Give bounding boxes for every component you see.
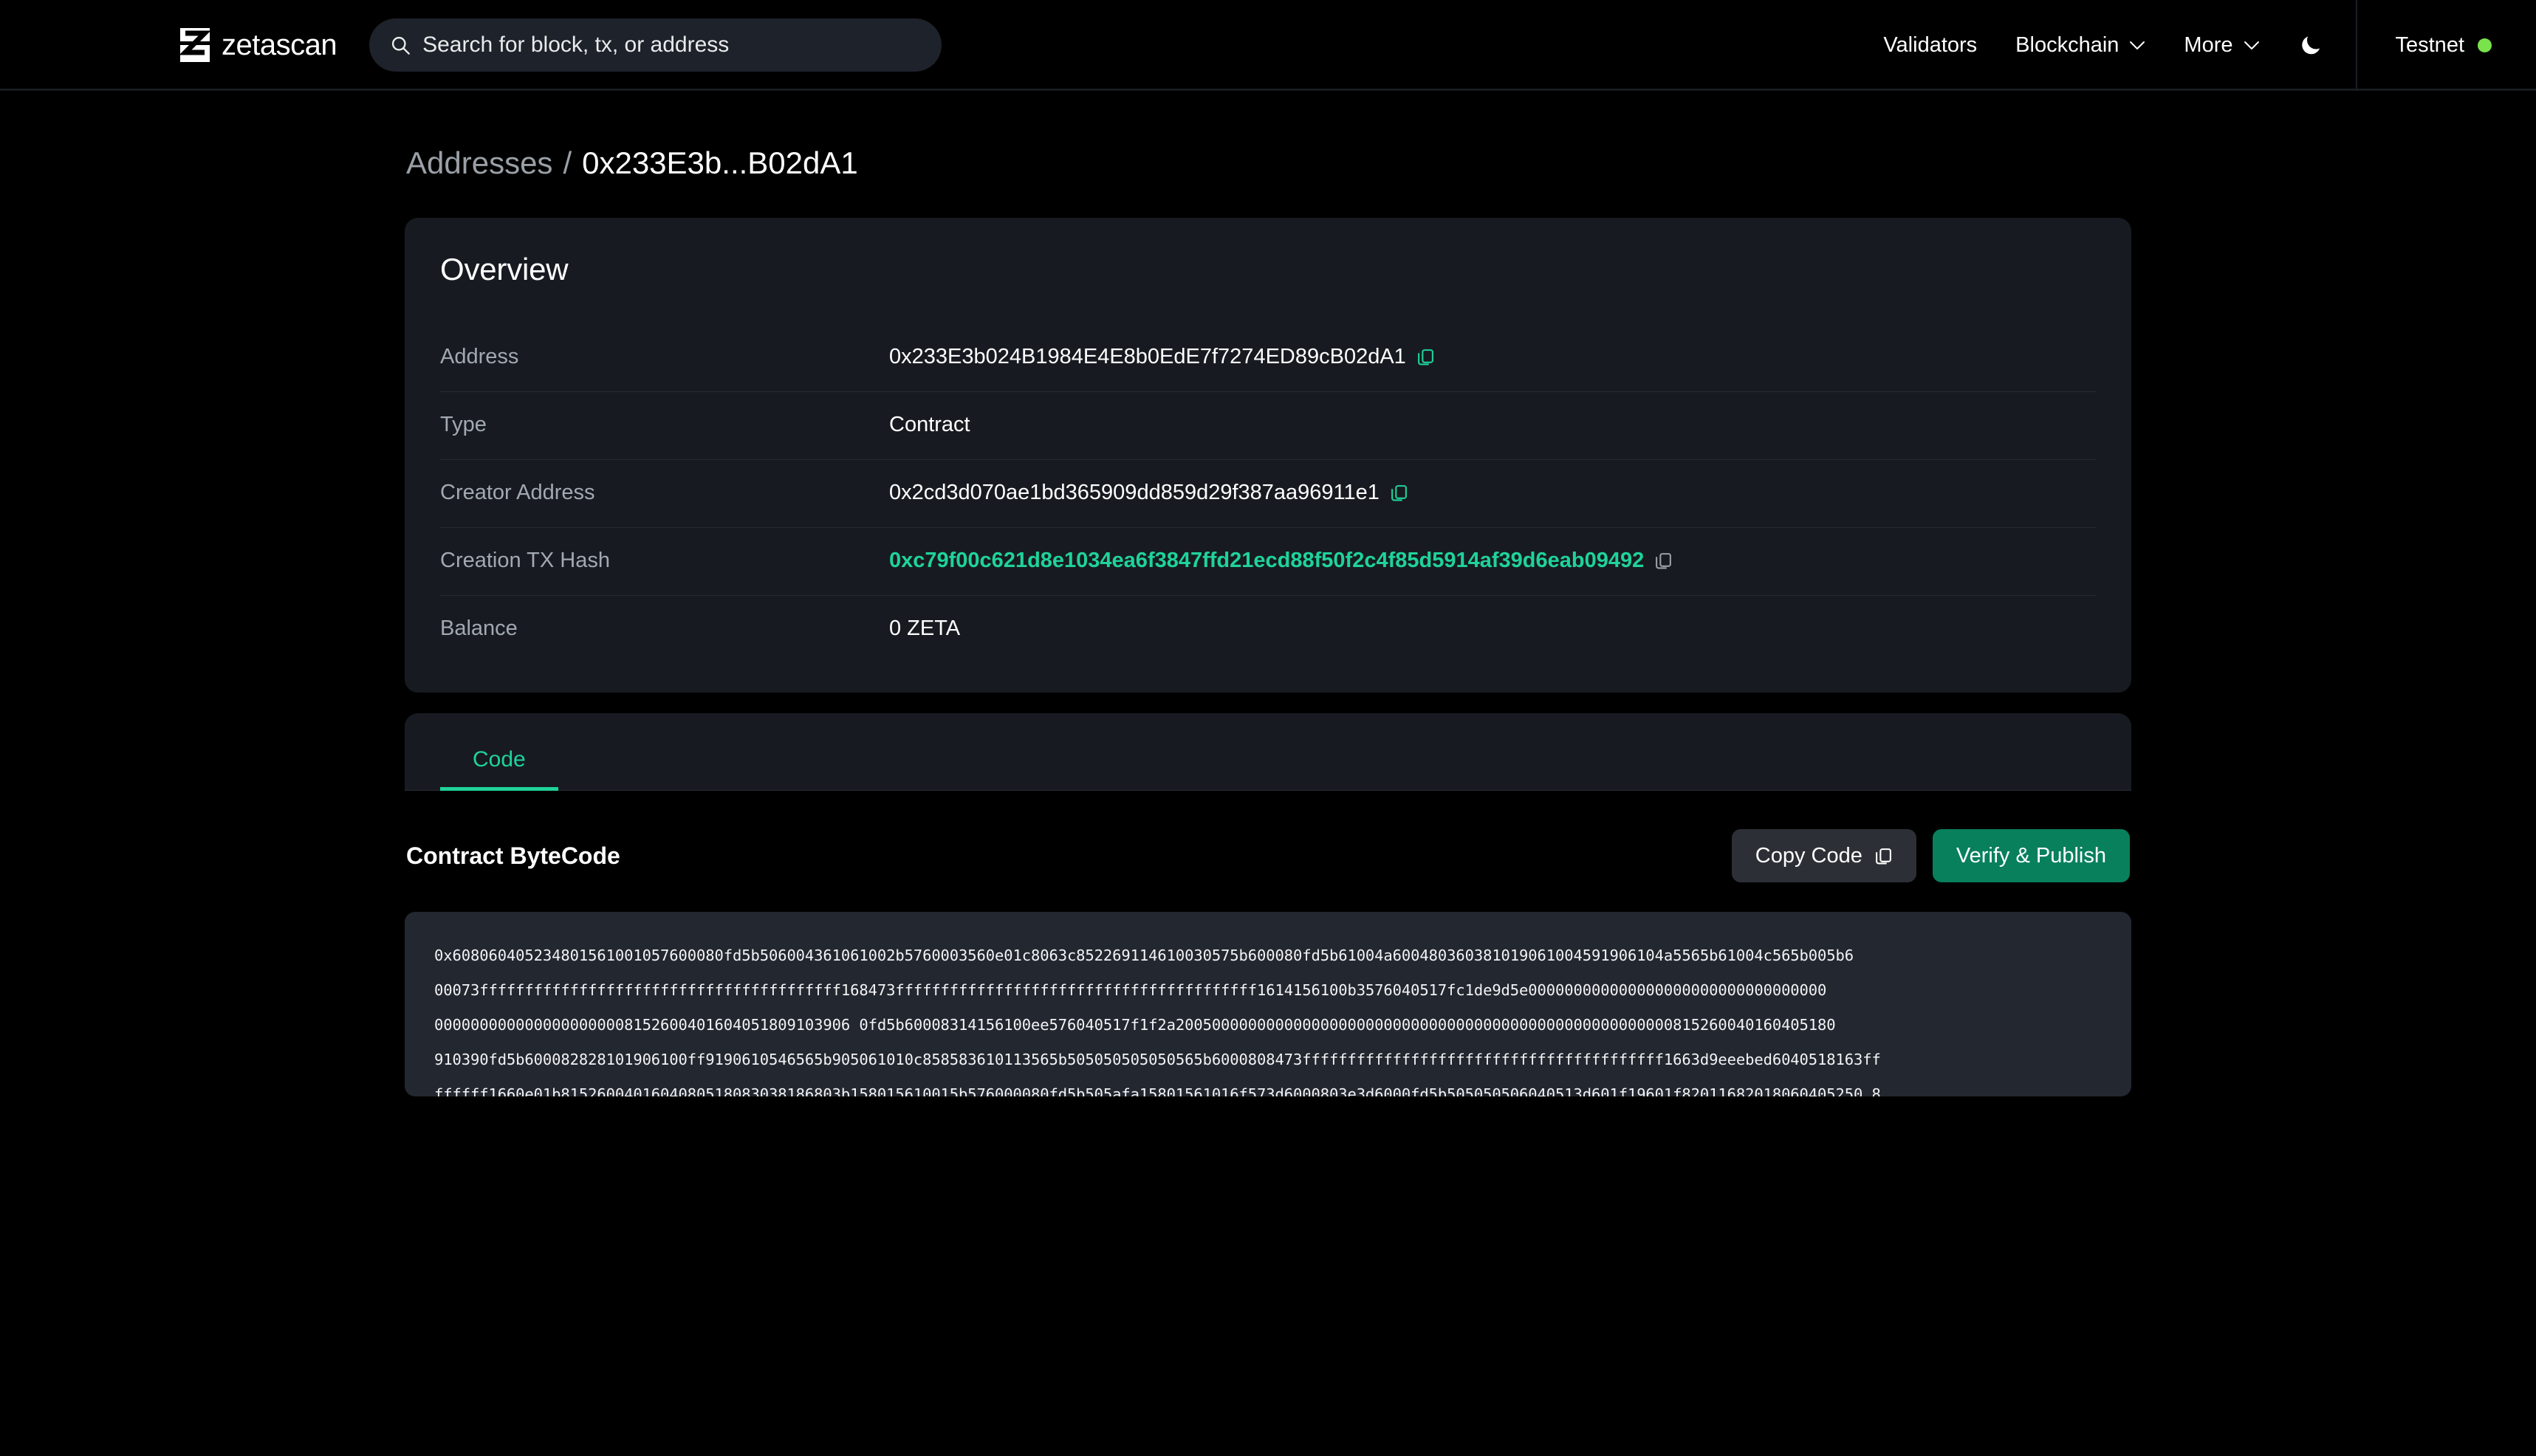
row-value: Contract [889, 413, 970, 437]
brand[interactable]: zetascan [180, 28, 337, 62]
nav-item-more[interactable]: More [2165, 23, 2278, 67]
nav-label: Blockchain [2015, 32, 2119, 57]
nav-label: Validators [1883, 32, 1978, 57]
row-label: Address [440, 345, 519, 368]
network-label: Testnet [2395, 32, 2465, 57]
creation-tx-hash-link[interactable]: 0xc79f00c621d8e1034ea6f3847ffd21ecd88f50… [889, 549, 1644, 573]
row-label: Creator Address [440, 481, 595, 504]
copy-code-label: Copy Code [1755, 843, 1862, 868]
tabs-card: Code [405, 713, 2131, 791]
nav-label: More [2184, 32, 2233, 57]
contract-bytecode-title: Contract ByteCode [406, 842, 620, 869]
row-value: 0x2cd3d070ae1bd365909dd859d29f387aa96911… [889, 481, 1408, 505]
row-label: Creation TX Hash [440, 549, 610, 572]
header-bottom-border [0, 89, 2536, 90]
copy-code-button[interactable]: Copy Code [1731, 829, 1916, 882]
search-icon [392, 36, 410, 55]
breadcrumb: Addresses / 0x233E3b...B02dA1 [405, 145, 2131, 181]
row-value: 0x233E3b024B1984E4E8b0EdE7f7274ED89cB02d… [889, 345, 1435, 369]
overview-card: Overview Address 0x233E3b024B1984E4E8b0E… [405, 218, 2131, 693]
breadcrumb-addresses-link[interactable]: Addresses [406, 145, 552, 181]
row-label: Type [440, 413, 487, 436]
copy-icon [1875, 848, 1891, 864]
tab-code[interactable]: Code [440, 747, 558, 791]
code-panel-header: Contract ByteCode Copy Code Verify & Pub… [405, 791, 2131, 912]
breadcrumb-separator: / [563, 145, 572, 180]
overview-row-balance: Balance 0 ZETA [440, 596, 2096, 663]
tab-list: Code [440, 713, 2096, 791]
code-panel-actions: Copy Code Verify & Publish [1731, 829, 2130, 882]
search-input[interactable]: Search for block, tx, or address [422, 32, 729, 58]
zetascan-logo-icon [180, 28, 210, 62]
overview-row-creation-tx-hash: Creation TX Hash 0xc79f00c621d8e1034ea6f… [440, 528, 2096, 596]
main-nav: Validators Blockchain More [1864, 23, 2345, 67]
overview-row-address: Address 0x233E3b024B1984E4E8b0EdE7f7274E… [440, 324, 2096, 392]
search-bar[interactable]: Search for block, tx, or address [369, 18, 942, 72]
row-label: Balance [440, 617, 518, 640]
bytecode-line: 910390fd5b600082828101906100ff9190610546… [434, 1051, 1881, 1068]
copy-icon[interactable] [1390, 484, 1408, 502]
creator-address-value: 0x2cd3d070ae1bd365909dd859d29f387aa96911… [889, 481, 1380, 504]
copy-icon[interactable] [1416, 348, 1435, 366]
overview-row-type: Type Contract [440, 392, 2096, 460]
network-status-dot [2478, 38, 2492, 52]
page-body: Addresses / 0x233E3b...B02dA1 Overview A… [0, 91, 2536, 1096]
code-panel: Contract ByteCode Copy Code Verify & Pub… [405, 791, 2131, 1096]
nav-item-validators[interactable]: Validators [1864, 23, 1996, 67]
top-header: zetascan Search for block, tx, or addres… [0, 0, 2536, 91]
verify-and-publish-button[interactable]: Verify & Publish [1932, 829, 2130, 882]
row-value: 0 ZETA [889, 617, 960, 641]
bytecode-line: 0x608060405234801561001057600080fd5b5060… [434, 947, 1854, 964]
verify-publish-label: Verify & Publish [1956, 843, 2106, 868]
breadcrumb-current: 0x233E3b...B02dA1 [582, 145, 858, 180]
address-value: 0x233E3b024B1984E4E8b0EdE7f7274ED89cB02d… [889, 345, 1406, 368]
moon-icon [2301, 36, 2320, 55]
bytecode-line: ffffff1660e01b81526004016040805180830381… [434, 1085, 1881, 1096]
bytecode-line: 0000000000000000000008152600401604051809… [434, 1016, 1836, 1034]
row-value: 0xc79f00c621d8e1034ea6f3847ffd21ecd88f50… [889, 549, 1673, 573]
chevron-down-icon [2244, 41, 2259, 49]
tab-label: Code [473, 747, 526, 772]
theme-toggle-button[interactable] [2279, 23, 2345, 67]
balance-value: 0 ZETA [889, 617, 961, 640]
network-selector[interactable]: Testnet [2357, 0, 2536, 91]
brand-name: zetascan [222, 28, 337, 61]
overview-title: Overview [440, 252, 569, 286]
overview-row-creator-address: Creator Address 0x2cd3d070ae1bd365909dd8… [440, 460, 2096, 528]
type-value: Contract [889, 413, 970, 436]
contract-bytecode-content[interactable]: 0x608060405234801561001057600080fd5b5060… [405, 912, 2131, 1096]
nav-item-blockchain[interactable]: Blockchain [1996, 23, 2165, 67]
chevron-down-icon [2130, 41, 2145, 49]
copy-icon[interactable] [1654, 552, 1673, 570]
bytecode-line: 00073fffffffffffffffffffffffffffffffffff… [434, 981, 1827, 999]
content-container: Addresses / 0x233E3b...B02dA1 Overview A… [405, 145, 2131, 1096]
